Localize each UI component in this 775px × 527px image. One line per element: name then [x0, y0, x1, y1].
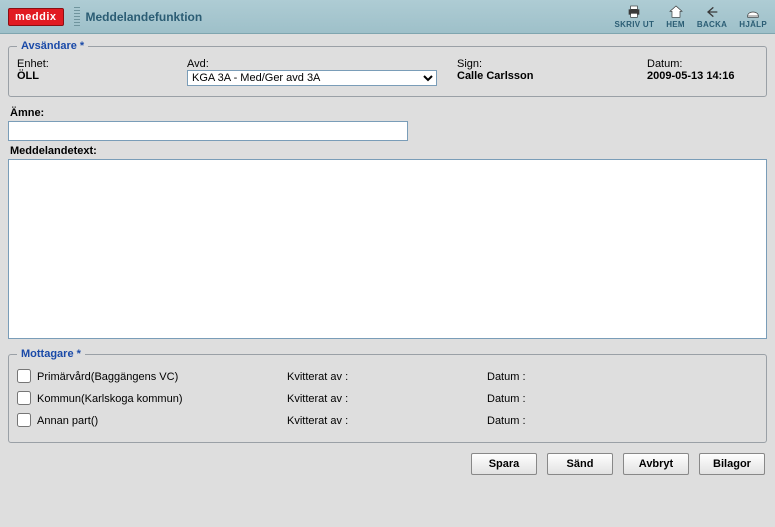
message-label: Meddelandetext:	[10, 145, 765, 157]
recipient-name: Annan part()	[37, 415, 287, 427]
printer-icon	[625, 4, 643, 20]
back-label: BACKA	[697, 20, 727, 29]
subject-label: Ämne:	[10, 107, 765, 119]
home-button[interactable]: HEM	[666, 4, 685, 29]
help-button[interactable]: HJÄLP	[739, 4, 767, 29]
print-button[interactable]: SKRIV UT	[614, 4, 654, 29]
sender-legend: Avsändare *	[17, 40, 88, 52]
recipient-checkbox-2[interactable]	[17, 413, 31, 427]
back-icon	[703, 4, 721, 20]
recipient-name: Kommun(Karlskoga kommun)	[37, 393, 287, 405]
sign-label: Sign:	[457, 58, 627, 70]
recipient-row: Kommun(Karlskoga kommun) Kvitterat av : …	[17, 388, 758, 410]
recipient-checkbox-0[interactable]	[17, 369, 31, 383]
recipient-ack-label: Kvitterat av :	[287, 371, 487, 383]
back-button[interactable]: BACKA	[697, 4, 727, 29]
recipient-date-label: Datum :	[487, 393, 607, 405]
sign-value: Calle Carlsson	[457, 70, 627, 82]
help-icon	[744, 4, 762, 20]
grip-icon	[74, 7, 80, 27]
enhet-value: ÖLL	[17, 70, 167, 82]
recipient-date-label: Datum :	[487, 371, 607, 383]
subject-input[interactable]	[8, 121, 408, 141]
date-label: Datum:	[647, 58, 758, 70]
help-label: HJÄLP	[739, 20, 767, 29]
button-bar: Spara Sänd Avbryt Bilagor	[8, 449, 767, 475]
app-logo: meddix	[8, 8, 64, 26]
recipient-ack-label: Kvitterat av :	[287, 393, 487, 405]
date-value: 2009-05-13 14:16	[647, 70, 758, 82]
top-bar: meddix Meddelandefunktion SKRIV UT HEM B…	[0, 0, 775, 34]
attachments-button[interactable]: Bilagor	[699, 453, 765, 475]
message-textarea[interactable]	[8, 159, 767, 339]
recipient-date-label: Datum :	[487, 415, 607, 427]
recipient-row: Primärvård(Baggängens VC) Kvitterat av :…	[17, 366, 758, 388]
recipients-legend: Mottagare *	[17, 348, 85, 360]
send-button[interactable]: Sänd	[547, 453, 613, 475]
toolbar: SKRIV UT HEM BACKA HJÄLP	[614, 4, 767, 29]
cancel-button[interactable]: Avbryt	[623, 453, 689, 475]
sender-fieldset: Avsändare * Enhet: ÖLL Avd: KGA 3A - Med…	[8, 40, 767, 97]
enhet-label: Enhet:	[17, 58, 167, 70]
home-icon	[667, 4, 685, 20]
content-area: Avsändare * Enhet: ÖLL Avd: KGA 3A - Med…	[0, 34, 775, 527]
avd-select[interactable]: KGA 3A - Med/Ger avd 3A	[187, 70, 437, 86]
print-label: SKRIV UT	[614, 20, 654, 29]
recipient-name: Primärvård(Baggängens VC)	[37, 371, 287, 383]
recipient-checkbox-1[interactable]	[17, 391, 31, 405]
page-title: Meddelandefunktion	[86, 10, 203, 24]
recipients-fieldset: Mottagare * Primärvård(Baggängens VC) Kv…	[8, 348, 767, 443]
avd-label: Avd:	[187, 58, 437, 70]
save-button[interactable]: Spara	[471, 453, 537, 475]
recipient-row: Annan part() Kvitterat av : Datum :	[17, 410, 758, 432]
home-label: HEM	[666, 20, 685, 29]
recipient-ack-label: Kvitterat av :	[287, 415, 487, 427]
